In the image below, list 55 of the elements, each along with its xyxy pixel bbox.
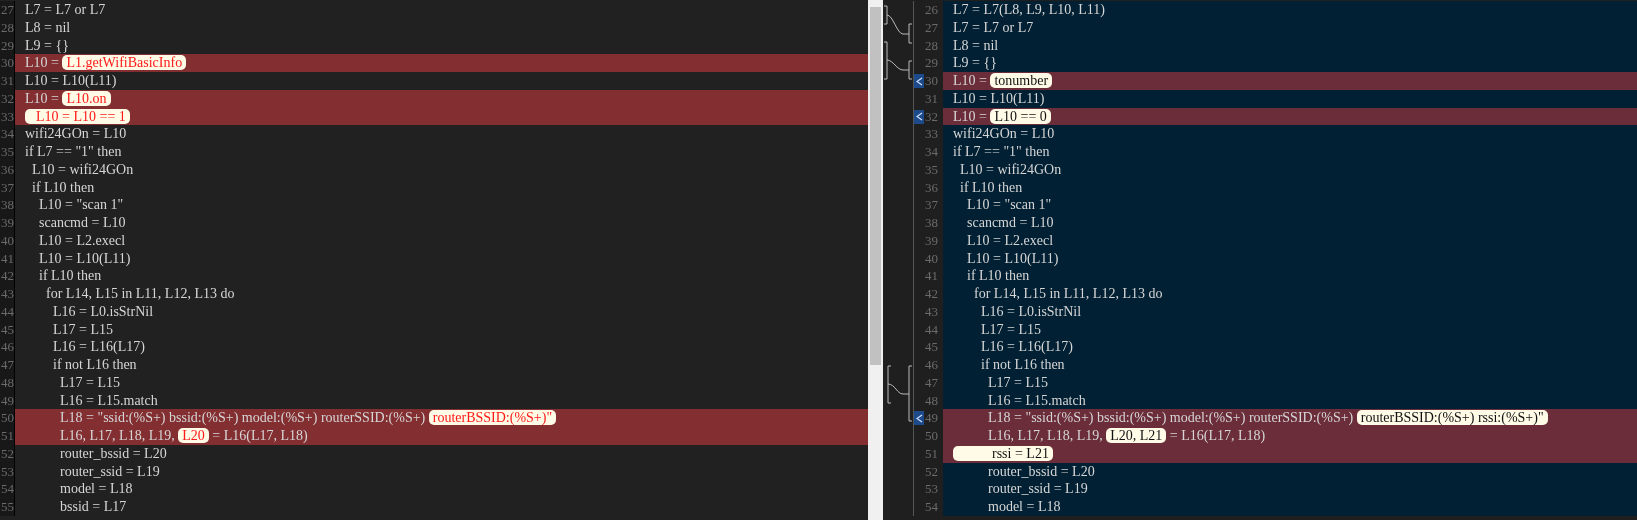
line-number: 35: [925, 160, 938, 179]
line-number: 46: [0, 338, 15, 356]
line-number: 53: [925, 480, 938, 498]
line-number: 50: [925, 427, 938, 445]
line-number: 32: [925, 107, 938, 126]
line-number: 54: [925, 498, 938, 516]
scrollbar[interactable]: [868, 0, 883, 520]
line-number: 39: [0, 214, 15, 232]
line-number: 47: [925, 373, 938, 392]
line-number: 27: [925, 18, 938, 37]
scrollbar-thumb[interactable]: [870, 7, 881, 365]
line-number: 31: [925, 89, 938, 108]
line-number: 33: [925, 125, 938, 143]
diff-connector: [887, 365, 913, 422]
line-number: 51: [925, 444, 938, 463]
line-number: 26: [925, 1, 938, 19]
line-number: 41: [925, 267, 938, 285]
line-number: 34: [925, 143, 938, 161]
line-number: 42: [925, 285, 938, 303]
merge-button[interactable]: [914, 411, 924, 426]
line-number: 47: [0, 356, 15, 374]
line-number: 44: [925, 320, 938, 339]
line-number: 45: [925, 338, 938, 356]
line-number: 43: [0, 285, 15, 303]
merge-button[interactable]: [914, 109, 924, 124]
line-number: 54: [0, 480, 15, 498]
line-number: 40: [925, 249, 938, 268]
line-number: 49: [925, 409, 938, 427]
line-number: 50: [0, 409, 15, 427]
line-number: 42: [0, 267, 15, 285]
diff-connector: [883, 41, 913, 80]
chevron-left-icon: [915, 112, 923, 121]
chevron-left-icon: [915, 76, 923, 86]
line-number: 55: [0, 498, 15, 516]
line-number: 51: [0, 427, 15, 445]
line-number: 38: [925, 214, 938, 232]
line-number: 48: [925, 391, 938, 410]
chevron-left-icon: [915, 413, 923, 423]
line-number: 34: [0, 125, 15, 143]
line-number: 37: [925, 196, 938, 214]
line-number: 36: [925, 178, 938, 197]
line-number: 30: [925, 72, 938, 90]
line-number: 43: [925, 302, 938, 321]
line-number: 30: [0, 54, 15, 72]
line-number: 31: [0, 72, 15, 90]
diff-connector: [883, 5, 913, 44]
line-number: 39: [925, 231, 938, 250]
line-number: 46: [925, 356, 938, 374]
line-number: 38: [0, 196, 15, 214]
line-number: 27: [0, 1, 15, 19]
line-number: 35: [0, 143, 15, 161]
line-number: 28: [925, 36, 938, 55]
merge-button[interactable]: [914, 74, 924, 88]
line-number: 29: [925, 54, 938, 72]
line-number: 52: [925, 462, 938, 481]
